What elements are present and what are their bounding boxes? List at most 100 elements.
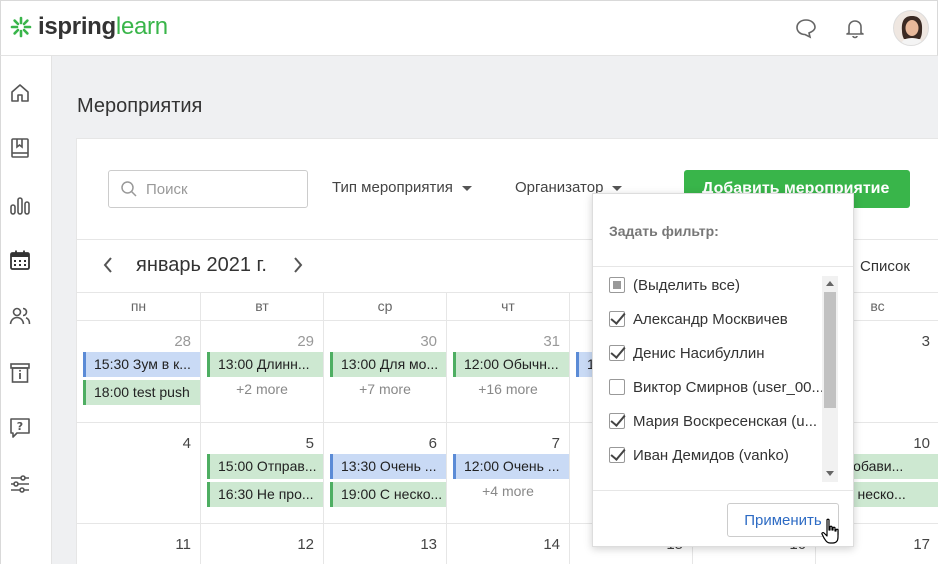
day-cell[interactable]: 14: [447, 524, 570, 564]
month-label: январь 2021 г.: [136, 254, 267, 276]
more-events-link[interactable]: +4 more: [447, 483, 569, 499]
page-title: Мероприятия: [77, 95, 203, 117]
search-input[interactable]: Поиск: [108, 170, 308, 208]
filter-option-label: Александр Москвичев: [633, 310, 788, 328]
day-cell[interactable]: 4: [77, 423, 201, 523]
chart-icon[interactable]: [8, 193, 32, 217]
logo-text-ispring: ispring: [38, 13, 116, 40]
view-list-button[interactable]: Список: [860, 258, 910, 275]
ispring-logo-icon: [10, 16, 32, 38]
checkbox[interactable]: [609, 379, 625, 395]
filter-option-label: Денис Насибуллин: [633, 344, 765, 362]
help-icon[interactable]: ?: [8, 416, 32, 440]
day-cell[interactable]: 28 15:30 Зум в к... 18:00 test push: [77, 321, 201, 422]
home-icon[interactable]: [8, 81, 32, 105]
search-placeholder: Поиск: [146, 180, 188, 198]
scrollbar-thumb[interactable]: [824, 292, 836, 408]
scrollbar[interactable]: [822, 276, 838, 482]
filter-option[interactable]: Денис Насибуллин: [609, 342, 824, 364]
calendar-event[interactable]: 15:30 Зум в к...: [83, 352, 200, 377]
scroll-down-icon[interactable]: [826, 471, 834, 476]
filter-option-label: Иван Демидов (vanko): [633, 446, 789, 464]
organizer-filter-popup: Задать фильтр: (Выделить все) Александр …: [592, 193, 854, 547]
logo-text: ispringlearn: [38, 13, 168, 41]
prev-month-button[interactable]: [102, 255, 114, 281]
more-events-link[interactable]: +2 more: [201, 381, 323, 397]
calendar-event[interactable]: 13:00 Для мо...: [330, 352, 446, 377]
checkbox[interactable]: [609, 413, 625, 429]
divider: [593, 490, 853, 491]
search-icon: [121, 181, 137, 197]
filter-option-label: (Выделить все): [633, 276, 740, 294]
checkbox[interactable]: [609, 345, 625, 361]
chevron-right-icon: [294, 257, 303, 273]
next-month-button[interactable]: [292, 255, 304, 281]
users-icon[interactable]: [8, 304, 32, 328]
day-number: 6: [428, 435, 437, 452]
day-cell[interactable]: 6 13:30 Очень ... 19:00 С неско...: [324, 423, 447, 523]
filter-option[interactable]: Иван Демидов (vanko): [609, 444, 824, 466]
bell-icon[interactable]: [842, 15, 868, 41]
day-cell[interactable]: 11: [77, 524, 201, 564]
calendar-icon[interactable]: [8, 248, 32, 272]
calendar-event[interactable]: 12:00 Обычн...: [453, 352, 569, 377]
day-cell[interactable]: 13: [324, 524, 447, 564]
day-cell[interactable]: 29 13:00 Длинн... +2 more: [201, 321, 324, 422]
calendar-event[interactable]: 16:30 Не про...: [207, 482, 323, 507]
calendar-event[interactable]: 13:30 Очень ...: [330, 454, 446, 479]
day-number: 31: [543, 333, 560, 350]
organizer-filter-label: Организатор: [515, 179, 604, 196]
day-cell[interactable]: 5 15:00 Отправ... 16:30 Не про...: [201, 423, 324, 523]
calendar-event[interactable]: 15:00 Отправ...: [207, 454, 323, 479]
weekday-thu: чт: [447, 293, 570, 321]
day-cell[interactable]: 31 12:00 Обычн... +16 more: [447, 321, 570, 422]
day-number: 30: [420, 333, 437, 350]
checkbox[interactable]: [609, 311, 625, 327]
day-number: 5: [305, 435, 314, 452]
book-icon[interactable]: [8, 136, 32, 160]
day-number: 4: [182, 435, 191, 452]
day-cell[interactable]: 7 12:00 Очень ... +4 more: [447, 423, 570, 523]
day-number: 29: [297, 333, 314, 350]
filter-option-label: Виктор Смирнов (user_00...: [633, 378, 824, 396]
calendar-event[interactable]: 18:00 test push: [83, 380, 200, 405]
filter-option[interactable]: Виктор Смирнов (user_00...: [609, 376, 824, 398]
divider: [593, 266, 853, 267]
day-number: 10: [913, 435, 930, 452]
info-icon[interactable]: [8, 361, 32, 385]
event-type-filter[interactable]: Тип мероприятия: [332, 179, 472, 196]
user-avatar[interactable]: [893, 10, 929, 46]
weekday-mon: пн: [77, 293, 201, 321]
popup-title: Задать фильтр:: [609, 223, 719, 239]
chevron-down-icon: [461, 186, 472, 191]
logo[interactable]: ispringlearn: [10, 13, 168, 41]
filter-option[interactable]: Александр Москвичев: [609, 308, 824, 330]
top-bar: ispringlearn: [0, 0, 938, 56]
calendar-event[interactable]: 19:00 С неско...: [330, 482, 446, 507]
chat-icon[interactable]: [793, 15, 819, 41]
day-number: 3: [921, 333, 930, 350]
calendar-event[interactable]: 13:00 Длинн...: [207, 352, 323, 377]
logo-text-learn: learn: [115, 13, 168, 40]
day-cell[interactable]: 30 13:00 Для мо... +7 more: [324, 321, 447, 422]
filter-option-label: Мария Воскресенская (u...: [633, 412, 818, 430]
settings-icon[interactable]: [8, 472, 32, 496]
day-number: 28: [174, 333, 191, 350]
day-number: 13: [420, 536, 437, 553]
day-number: 12: [297, 536, 314, 553]
filter-option[interactable]: Мария Воскресенская (u...: [609, 410, 824, 432]
checkbox[interactable]: [609, 447, 625, 463]
checkbox[interactable]: [609, 277, 625, 293]
day-cell[interactable]: 12: [201, 524, 324, 564]
chevron-down-icon: [612, 186, 623, 191]
hand-cursor-icon: [821, 518, 839, 544]
more-events-link[interactable]: +7 more: [324, 381, 446, 397]
day-number: 11: [175, 536, 191, 553]
more-events-link[interactable]: +16 more: [447, 381, 569, 397]
sidebar: ?: [0, 56, 52, 564]
calendar-event[interactable]: 12:00 Очень ...: [453, 454, 569, 479]
scroll-up-icon[interactable]: [826, 281, 834, 286]
chevron-left-icon: [103, 257, 112, 273]
weekday-tue: вт: [201, 293, 324, 321]
filter-option-select-all[interactable]: (Выделить все): [609, 274, 824, 296]
